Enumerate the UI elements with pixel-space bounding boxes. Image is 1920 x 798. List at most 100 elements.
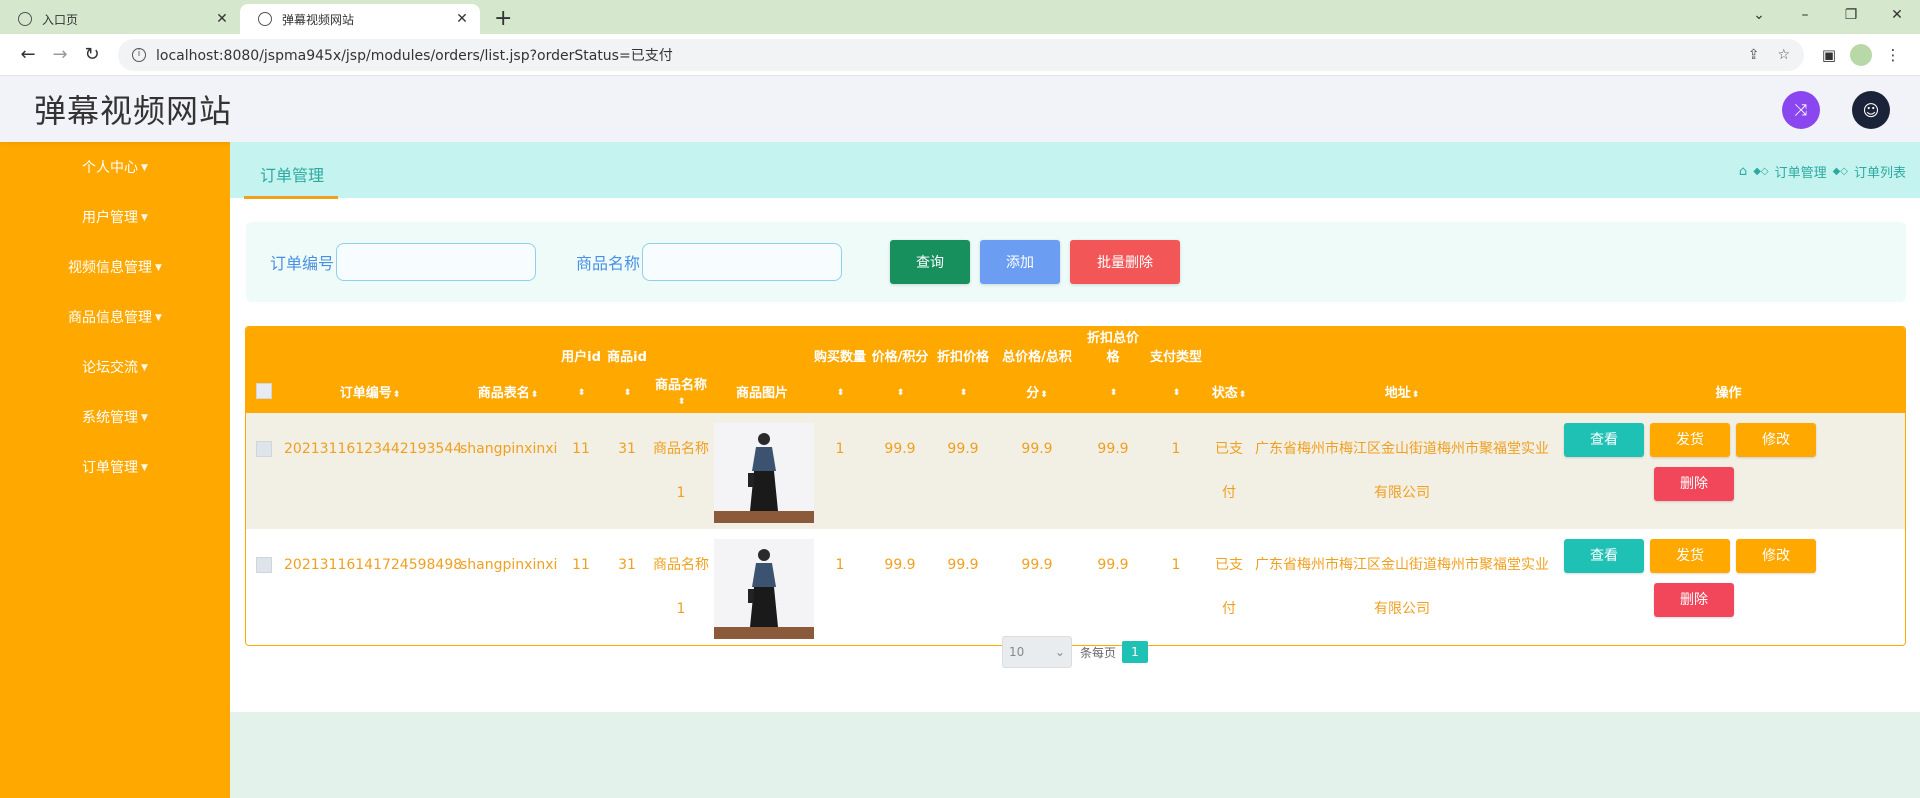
col-status-sort[interactable]: 状态⬍ bbox=[1206, 369, 1252, 413]
url-text[interactable]: localhost:8080/jspma945x/jsp/modules/ord… bbox=[156, 45, 1730, 65]
col-buynumber-sort[interactable]: ⬍ bbox=[812, 369, 868, 413]
title-bar: 订单管理 ⌂ ◆◇ 订单管理 ◆◇ 订单列表 bbox=[230, 142, 1920, 199]
browser-tab-site[interactable]: 弹幕视频网站 ✕ bbox=[240, 4, 480, 34]
col-address-sort[interactable]: 地址⬍ bbox=[1252, 369, 1552, 413]
url-field[interactable]: i localhost:8080/jspma945x/jsp/modules/o… bbox=[118, 38, 1804, 71]
cell-goodid: 31 bbox=[618, 441, 636, 457]
col-userid-sort[interactable]: ⬍ bbox=[558, 369, 604, 413]
cell-picture bbox=[712, 529, 814, 645]
col-tablename-sort[interactable]: 商品表名⬍ bbox=[458, 369, 558, 413]
cell-orderid: 20213116141724598498 bbox=[284, 557, 463, 573]
separator-icon: ◆◇ bbox=[1832, 166, 1848, 177]
select-all-checkbox[interactable] bbox=[256, 383, 272, 399]
col-price-sort[interactable]: ⬍ bbox=[868, 369, 932, 413]
cell-discounttotal: 99.9 bbox=[1097, 441, 1129, 457]
batch-delete-button[interactable]: 批量删除 bbox=[1070, 240, 1181, 284]
close-window-icon[interactable]: ✕ bbox=[1874, 0, 1920, 30]
browser-tab-entry[interactable]: 入口页 ✕ bbox=[0, 4, 240, 34]
sidebar-item-label: 订单管理 bbox=[82, 460, 139, 476]
add-button[interactable]: 添加 bbox=[980, 240, 1061, 284]
cell-address: 广东省梅州市梅江区金山街道梅州市聚福堂实业 有限公司 bbox=[1252, 413, 1552, 529]
delete-button[interactable]: 删除 bbox=[1654, 583, 1734, 617]
close-icon[interactable]: ✕ bbox=[214, 11, 230, 27]
col-discounttotal-sort[interactable]: ⬍ bbox=[1080, 369, 1146, 413]
sidebar-item-goods-management[interactable]: 商品信息管理 ▼ bbox=[0, 300, 230, 350]
sort-icon[interactable]: ⬍ bbox=[1412, 390, 1420, 400]
cell-picture bbox=[712, 413, 814, 529]
goodname-line: 1 bbox=[676, 601, 686, 617]
edit-button[interactable]: 修改 bbox=[1736, 539, 1816, 573]
star-icon[interactable]: ☆ bbox=[1777, 47, 1790, 63]
sidebar-item-system-management[interactable]: 系统管理 ▼ bbox=[0, 400, 230, 450]
order-no-input[interactable] bbox=[336, 243, 537, 281]
product-image bbox=[714, 539, 814, 639]
col-discountprice-sort[interactable]: ⬍ bbox=[932, 369, 994, 413]
breadcrumb-item[interactable]: 订单管理 bbox=[1775, 162, 1827, 181]
col-goodname-sort[interactable]: 商品名称 ⬍ bbox=[650, 369, 712, 413]
product-image bbox=[714, 423, 814, 523]
close-icon[interactable]: ✕ bbox=[454, 11, 470, 27]
shuffle-icon[interactable]: ⤨ bbox=[1782, 91, 1820, 129]
reload-icon[interactable]: ↻ bbox=[76, 44, 108, 65]
page-size-select[interactable]: 10 ⌄ bbox=[1001, 636, 1072, 668]
site-title: 弹幕视频网站 bbox=[34, 92, 233, 130]
query-button[interactable]: 查询 bbox=[890, 240, 971, 284]
restore-icon[interactable]: ❐ bbox=[1828, 0, 1874, 30]
status-line: 已支 bbox=[1215, 557, 1243, 573]
sort-icon[interactable]: ⬍ bbox=[1239, 390, 1247, 400]
sort-icon[interactable]: ⬍ bbox=[1110, 388, 1118, 398]
sort-icon[interactable]: ⬍ bbox=[578, 388, 586, 398]
sort-icon[interactable]: ⬍ bbox=[960, 388, 968, 398]
page-title: 订单管理 bbox=[244, 150, 339, 199]
side-panel-icon[interactable]: ▣ bbox=[1814, 46, 1844, 64]
status-line: 付 bbox=[1222, 485, 1236, 501]
col-total-sort[interactable]: 分⬍ bbox=[994, 369, 1080, 413]
forward-icon[interactable]: → bbox=[44, 44, 76, 65]
sort-icon[interactable]: ⬍ bbox=[393, 390, 401, 400]
sort-icon[interactable]: ⬍ bbox=[678, 397, 686, 407]
cell-actions: 查看 发货 修改 删除 bbox=[1552, 529, 1905, 645]
col-goodid-sort[interactable]: ⬍ bbox=[604, 369, 650, 413]
sidebar-item-order-management[interactable]: 订单管理 ▼ bbox=[0, 450, 230, 500]
col-type-sort[interactable]: ⬍ bbox=[1146, 369, 1206, 413]
cell-orderid: 20213116123442193544 bbox=[284, 441, 463, 457]
view-button[interactable]: 查看 bbox=[1564, 539, 1644, 573]
col-orderid-sort[interactable]: 订单编号⬍ bbox=[282, 369, 458, 413]
sort-icon[interactable]: ⬍ bbox=[1173, 388, 1181, 398]
share-icon[interactable]: ⇪ bbox=[1748, 47, 1760, 63]
edit-button[interactable]: 修改 bbox=[1736, 423, 1816, 457]
ship-button[interactable]: 发货 bbox=[1650, 423, 1730, 457]
per-page-label: 条每页 bbox=[1079, 645, 1116, 660]
sort-icon[interactable]: ⬍ bbox=[531, 390, 539, 400]
sort-icon[interactable]: ⬍ bbox=[1040, 390, 1048, 400]
menu-icon[interactable]: ⋮ bbox=[1878, 46, 1908, 64]
chevron-down-icon[interactable]: ⌄ bbox=[1736, 0, 1782, 30]
view-button[interactable]: 查看 bbox=[1564, 423, 1644, 457]
sort-icon[interactable]: ⬍ bbox=[624, 388, 632, 398]
delete-button[interactable]: 删除 bbox=[1654, 467, 1734, 501]
breadcrumb-item: 订单列表 bbox=[1853, 166, 1906, 181]
info-icon[interactable]: i bbox=[132, 47, 146, 62]
sidebar: 个人中心 ▼ 用户管理 ▼ 视频信息管理 ▼ 商品信息管理 ▼ 论坛交流 ▼ 系统管理 ▼ … bbox=[0, 142, 230, 798]
col-picture: 商品图片 bbox=[712, 369, 812, 413]
cell-goodid: 31 bbox=[618, 557, 636, 573]
home-icon[interactable]: ⌂ bbox=[1739, 164, 1747, 179]
row-checkbox[interactable] bbox=[256, 557, 272, 573]
sidebar-item-forum[interactable]: 论坛交流 ▼ bbox=[0, 350, 230, 400]
row-checkbox[interactable] bbox=[256, 441, 272, 457]
sidebar-item-personal-center[interactable]: 个人中心 ▼ bbox=[0, 150, 230, 200]
address-bar: ← → ↻ i localhost:8080/jspma945x/jsp/mod… bbox=[0, 34, 1920, 76]
goods-name-input[interactable] bbox=[642, 243, 843, 281]
profile-avatar[interactable] bbox=[1850, 43, 1872, 66]
back-icon[interactable]: ← bbox=[12, 44, 44, 65]
user-icon[interactable]: ☺ bbox=[1852, 91, 1890, 129]
sort-icon[interactable]: ⬍ bbox=[897, 388, 905, 398]
new-tab-icon[interactable]: + bbox=[494, 7, 512, 31]
minimize-icon[interactable]: – bbox=[1782, 0, 1828, 30]
sidebar-item-user-management[interactable]: 用户管理 ▼ bbox=[0, 200, 230, 250]
sort-icon[interactable]: ⬍ bbox=[837, 388, 845, 398]
sidebar-item-video-management[interactable]: 视频信息管理 ▼ bbox=[0, 250, 230, 300]
ship-button[interactable]: 发货 bbox=[1650, 539, 1730, 573]
page-number[interactable]: 1 bbox=[1122, 641, 1148, 663]
cell-discountprice: 99.9 bbox=[947, 557, 979, 573]
